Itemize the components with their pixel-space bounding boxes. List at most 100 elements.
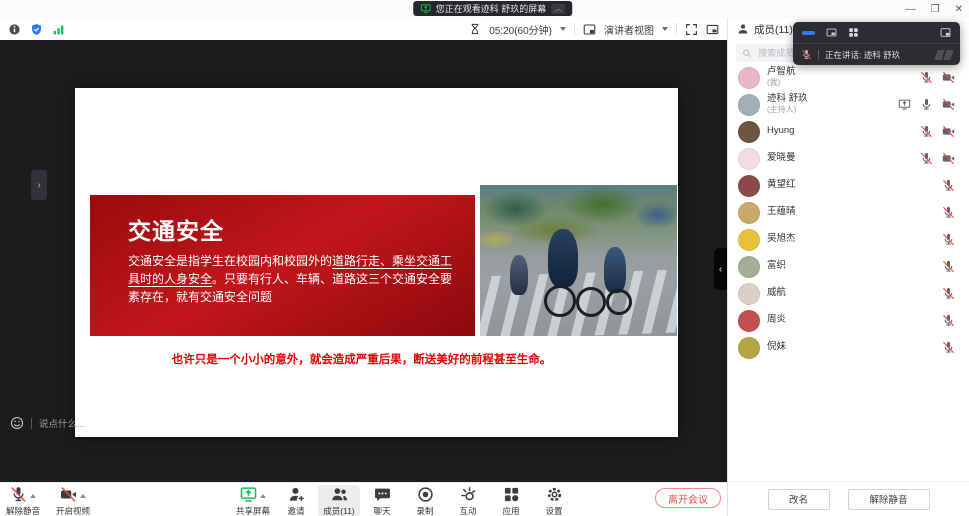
pop-out-icon[interactable] — [706, 23, 719, 36]
avatar — [738, 121, 760, 143]
member-row[interactable]: 卢智航 (我) — [738, 64, 955, 91]
quick-chat-bar[interactable]: 说点什么... — [10, 416, 85, 430]
timer-dropdown-icon[interactable] — [560, 27, 566, 31]
mic-muted-icon[interactable] — [942, 314, 955, 327]
interact-button[interactable]: 互动 — [451, 486, 485, 516]
record-icon[interactable] — [417, 486, 434, 503]
member-row[interactable]: 富织 — [738, 253, 955, 280]
apps-button[interactable]: 应用 — [494, 486, 528, 516]
share-options-icon[interactable] — [260, 494, 266, 498]
slide-title: 交通安全 — [128, 212, 455, 246]
settings-gear-icon[interactable] — [546, 486, 563, 503]
meeting-timer: 05:20(60分钟) — [489, 22, 552, 37]
restore-button[interactable]: ❐ — [931, 4, 940, 15]
share-screen-icon[interactable] — [240, 486, 257, 503]
video-options-icon[interactable] — [80, 494, 86, 498]
rename-button[interactable]: 改名 — [768, 489, 830, 510]
network-signal-icon[interactable] — [52, 23, 65, 36]
overlay-layout-icon[interactable] — [940, 27, 951, 38]
unmute-control[interactable]: 解除静音 — [6, 486, 40, 516]
camera-off-icon[interactable] — [942, 98, 955, 111]
fullscreen-icon[interactable] — [685, 23, 698, 36]
camera-off-icon[interactable] — [942, 125, 955, 138]
view-controls: 05:20(60分钟) 演讲者视图 — [469, 22, 719, 37]
speaker-preview-overlay[interactable]: 正在讲话: 迹科 舒玖 — [793, 22, 960, 65]
photo-bicycle-wheel — [606, 289, 632, 315]
member-name: 卢智航 — [767, 67, 796, 78]
divider — [574, 23, 575, 35]
mic-muted-icon[interactable] — [942, 206, 955, 219]
member-row[interactable]: 迹科 舒玖 (主持人) — [738, 91, 955, 118]
view-mode-dropdown-icon[interactable] — [662, 27, 668, 31]
photo-figure — [510, 255, 528, 295]
slide-photo-children-cycling — [480, 185, 677, 336]
share-screen-button[interactable]: 共享屏幕 — [236, 486, 270, 516]
mic-on-icon[interactable] — [920, 98, 933, 111]
member-row[interactable]: 爱晓曼 — [738, 145, 955, 172]
chat-button[interactable]: 聊天 — [365, 486, 399, 516]
screen-share-icon — [420, 3, 431, 14]
member-row[interactable]: 周炎 — [738, 307, 955, 334]
mic-muted-icon[interactable] — [10, 486, 27, 503]
photo-bicycle-wheel — [544, 285, 576, 317]
leave-meeting-button[interactable]: 离开会议 — [655, 488, 721, 508]
mic-muted-icon[interactable] — [942, 341, 955, 354]
apps-label: 应用 — [503, 505, 520, 516]
mic-muted-icon[interactable] — [920, 71, 933, 84]
members-button[interactable]: 成员(11) — [318, 485, 360, 516]
banner-collapse-icon[interactable]: ︿ — [551, 4, 565, 14]
camera-off-icon[interactable] — [60, 486, 77, 503]
member-row[interactable]: 黄望红 — [738, 172, 955, 199]
invite-icon[interactable] — [288, 486, 305, 503]
quick-chat-placeholder[interactable]: 说点什么... — [39, 416, 85, 430]
close-button[interactable]: ✕ — [955, 4, 963, 15]
camera-off-icon[interactable] — [942, 71, 955, 84]
record-button[interactable]: 录制 — [408, 486, 442, 516]
photo-bicycle-wheel — [576, 287, 606, 317]
chat-icon[interactable] — [374, 486, 391, 503]
member-row[interactable]: 威航 — [738, 280, 955, 307]
mic-muted-icon[interactable] — [942, 260, 955, 273]
camera-off-icon[interactable] — [942, 152, 955, 165]
slide-red-box: 交通安全 交通安全是指学生在校园内和校园外的道路行走、乘坐交通工具时的人身安全。… — [90, 195, 475, 336]
view-mode-label[interactable]: 演讲者视图 — [604, 22, 654, 37]
top-toolbar: 05:20(60分钟) 演讲者视图 — [0, 18, 727, 40]
settings-button[interactable]: 设置 — [537, 486, 571, 516]
mic-muted-icon[interactable] — [942, 179, 955, 192]
left-collapse-handle[interactable]: › — [31, 170, 47, 200]
mic-muted-icon[interactable] — [942, 233, 955, 246]
security-shield-icon[interactable] — [30, 23, 43, 36]
invite-button[interactable]: 邀请 — [279, 486, 313, 516]
mic-muted-icon[interactable] — [920, 152, 933, 165]
start-video-control[interactable]: 开启视频 — [56, 486, 90, 516]
member-name: 吴旭杰 — [767, 234, 796, 245]
mic-muted-icon[interactable] — [920, 125, 933, 138]
panel-collapse-handle[interactable]: ‹ — [714, 248, 727, 290]
invite-label: 邀请 — [288, 505, 305, 516]
meeting-info-icon[interactable] — [8, 23, 21, 36]
member-row[interactable]: 王蕴晴 — [738, 199, 955, 226]
member-name: 王蕴晴 — [767, 207, 796, 218]
interact-icon[interactable] — [460, 486, 477, 503]
members-icon[interactable] — [331, 486, 348, 503]
screen-sharing-icon[interactable] — [898, 98, 911, 111]
divider — [676, 23, 677, 35]
layout-icon — [583, 23, 596, 36]
minimize-button[interactable]: — — [906, 4, 916, 15]
overlay-pip-icon[interactable] — [826, 27, 837, 38]
mic-muted-icon[interactable] — [942, 287, 955, 300]
apps-icon[interactable] — [503, 486, 520, 503]
overlay-list-view-icon[interactable] — [848, 27, 859, 38]
overlay-controls — [793, 22, 960, 43]
member-name: Hyung — [767, 126, 794, 137]
divider — [31, 418, 32, 429]
overlay-minimize-icon[interactable] — [802, 31, 815, 35]
emoji-smiley-icon[interactable] — [10, 416, 24, 430]
member-row[interactable]: 吴旭杰 — [738, 226, 955, 253]
interact-label: 互动 — [460, 505, 477, 516]
mic-options-icon[interactable] — [30, 494, 36, 498]
unmute-button[interactable]: 解除静音 — [848, 489, 930, 510]
member-row[interactable]: Hyung — [738, 118, 955, 145]
member-row[interactable]: 倪妹 — [738, 334, 955, 361]
member-role: (我) — [767, 78, 796, 87]
